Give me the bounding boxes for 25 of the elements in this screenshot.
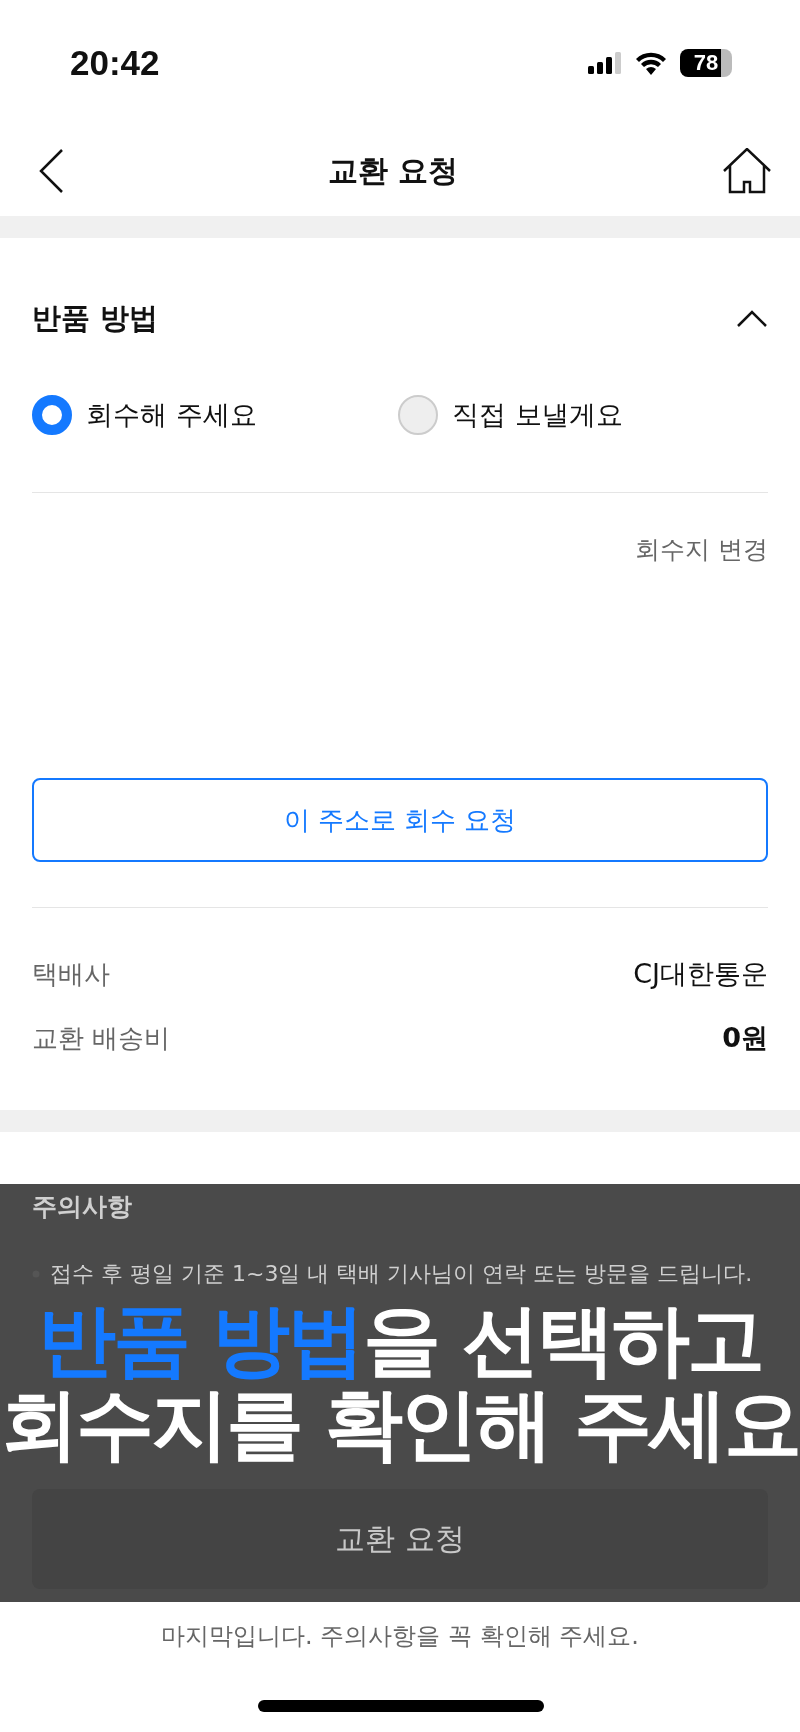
caption-text: 회수지를 확인해 주세요 [0,1382,800,1467]
status-time: 20:42 [70,43,160,83]
radio-option[interactable]: 직접 보낼게요 [398,395,764,435]
footer-text: 마지막입니다. 주의사항을 꼭 확인해 주세요. [160,1621,640,1652]
radio-icon[interactable] [32,395,72,435]
request-pickup-button[interactable]: 이 주소로 회수 요청 [32,778,768,862]
signal-icon [588,52,622,74]
wifi-icon [634,51,668,75]
exchange-request-button[interactable]: 교환 요청 [32,1489,768,1589]
change-address-link[interactable]: 회수지 변경 [635,533,768,778]
info-value: 0원 [722,1021,768,1055]
radio-option[interactable]: 회수해 주세요 [32,395,398,435]
info-value: CJ대한통운 [633,957,768,991]
battery-icon: 78 [680,49,732,77]
notice-title: 주의사항 [32,1191,132,1223]
page-title: 교환 요청 [327,151,459,190]
radio-icon[interactable] [398,395,438,435]
notice-text: 접수 후 평일 기준 1~3일 내 택배 기사님이 연락 또는 방문을 드립니다. [50,1260,753,1288]
info-label: 교환 배송비 [32,1021,171,1055]
caption-text: 반품 방법을 선택하고 [38,1298,762,1383]
info-label: 택배사 [32,957,110,991]
collapse-chevron-icon[interactable] [736,310,768,328]
back-icon[interactable] [38,148,64,194]
section-title: 반품 방법 [32,300,159,337]
home-icon[interactable] [722,148,772,194]
